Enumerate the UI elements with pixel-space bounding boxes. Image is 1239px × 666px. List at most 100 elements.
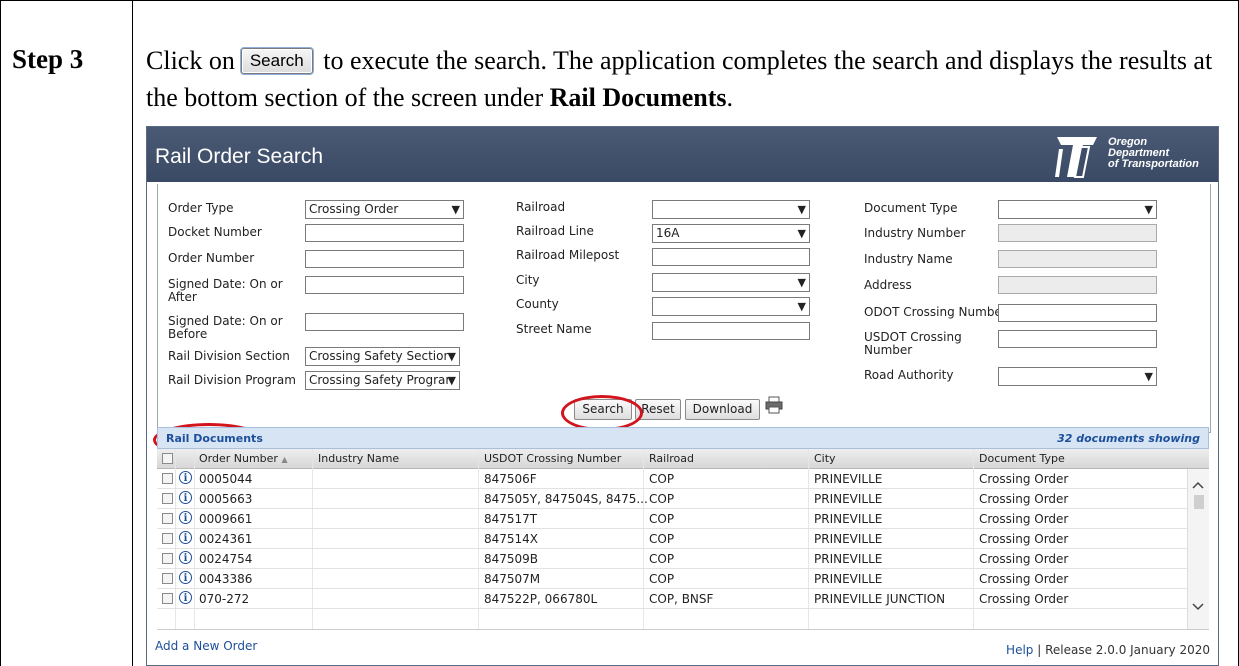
- chevron-down-icon: ▼: [797, 300, 806, 313]
- rail-division-section-value: Crossing Safety Section: [309, 349, 452, 363]
- column-header-document-type[interactable]: Document Type: [979, 452, 1065, 465]
- cell-order-number: 0024754: [199, 552, 253, 566]
- cell-railroad: COP: [649, 572, 675, 586]
- cell-document-type: Crossing Order: [979, 472, 1069, 486]
- table-row[interactable]: i 0009661 847517T COP PRINEVILLE Crossin…: [157, 509, 1209, 529]
- cell-city: PRINEVILLE: [814, 572, 883, 586]
- cell-railroad: COP: [649, 492, 675, 506]
- cell-document-type: Crossing Order: [979, 592, 1069, 606]
- road-authority-select[interactable]: ▼: [998, 367, 1157, 386]
- table-row[interactable]: i 0024754 847509B COP PRINEVILLE Crossin…: [157, 549, 1209, 569]
- add-new-order-link[interactable]: Add a New Order: [155, 639, 257, 653]
- order-number-input[interactable]: [305, 250, 464, 268]
- table-border-top: [0, 0, 1239, 1]
- info-icon[interactable]: i: [179, 531, 192, 544]
- logo-text: Oregon Department of Transportation: [1108, 137, 1199, 170]
- cell-usdot: 847509B: [484, 552, 539, 566]
- document-type-label: Document Type: [864, 201, 958, 215]
- city-label: City: [516, 273, 540, 287]
- table-row[interactable]: i 0043386 847507M COP PRINEVILLE Crossin…: [157, 569, 1209, 589]
- order-type-select[interactable]: Crossing Order ▼: [305, 200, 464, 219]
- table-divider: [132, 0, 133, 666]
- row-checkbox[interactable]: [162, 513, 173, 524]
- cell-usdot: 847506F: [484, 472, 537, 486]
- instruction-bold: Rail Documents: [549, 83, 727, 112]
- column-header-usdot[interactable]: USDOT Crossing Number: [484, 452, 621, 465]
- inline-search-button: Search: [239, 47, 314, 75]
- results-table-body: i 0005044 847506F COP PRINEVILLE Crossin…: [157, 469, 1209, 630]
- scroll-up-icon[interactable]: [1192, 481, 1204, 489]
- railroad-line-label: Railroad Line: [516, 224, 594, 238]
- rail-division-section-select[interactable]: Crossing Safety Section ▼: [305, 347, 460, 366]
- row-checkbox[interactable]: [162, 573, 173, 584]
- cell-order-number: 0043386: [199, 572, 253, 586]
- column-header-order-number[interactable]: Order Number ▲: [199, 452, 288, 465]
- odot-crossing-label: ODOT Crossing Number: [864, 305, 1007, 319]
- street-name-input[interactable]: [652, 322, 810, 340]
- results-scrollbar[interactable]: [1187, 469, 1209, 629]
- signed-after-input[interactable]: [305, 276, 464, 294]
- info-icon[interactable]: i: [179, 571, 192, 584]
- document-type-select[interactable]: ▼: [998, 200, 1157, 219]
- table-row[interactable]: i 0024361 847514X COP PRINEVILLE Crossin…: [157, 529, 1209, 549]
- railroad-line-select[interactable]: 16A ▼: [652, 224, 810, 243]
- cell-usdot: 847505Y, 847504S, 8475...: [484, 492, 648, 506]
- scrollbar-thumb[interactable]: [1194, 495, 1204, 509]
- row-checkbox[interactable]: [162, 593, 173, 604]
- cell-railroad: COP: [649, 552, 675, 566]
- industry-number-label: Industry Number: [864, 226, 966, 240]
- cell-document-type: Crossing Order: [979, 532, 1069, 546]
- cell-usdot: 847514X: [484, 532, 539, 546]
- table-row[interactable]: i 0005663 847505Y, 847504S, 8475... COP …: [157, 489, 1209, 509]
- table-row[interactable]: i 0005044 847506F COP PRINEVILLE Crossin…: [157, 469, 1209, 489]
- column-header-city[interactable]: City: [814, 452, 836, 465]
- info-icon[interactable]: i: [179, 491, 192, 504]
- cell-order-number: 070-272: [199, 592, 250, 606]
- railroad-line-value: 16A: [656, 226, 680, 240]
- railroad-milepost-input[interactable]: [652, 248, 810, 266]
- download-button[interactable]: Download: [685, 399, 760, 420]
- chevron-down-icon: ▼: [1144, 370, 1153, 383]
- column-header-railroad[interactable]: Railroad: [649, 452, 694, 465]
- rail-division-program-select[interactable]: Crossing Safety Program ▼: [305, 371, 460, 390]
- county-label: County: [516, 297, 559, 311]
- cell-document-type: Crossing Order: [979, 492, 1069, 506]
- railroad-select[interactable]: ▼: [652, 200, 810, 219]
- column-header-industry-name[interactable]: Industry Name: [318, 452, 399, 465]
- address-input[interactable]: [998, 276, 1157, 294]
- app-header: Rail Order Search Oregon Department of T…: [147, 127, 1218, 182]
- industry-name-input[interactable]: [998, 250, 1157, 268]
- printer-icon[interactable]: [765, 396, 783, 414]
- row-checkbox[interactable]: [162, 553, 173, 564]
- info-icon[interactable]: i: [179, 591, 192, 604]
- chevron-down-icon: ▼: [797, 276, 806, 289]
- table-row[interactable]: i 070-272 847522P, 066780L COP, BNSF PRI…: [157, 589, 1209, 609]
- row-checkbox[interactable]: [162, 533, 173, 544]
- help-link[interactable]: Help: [1006, 643, 1033, 657]
- signed-before-input[interactable]: [305, 313, 464, 331]
- info-icon[interactable]: i: [179, 551, 192, 564]
- railroad-milepost-label: Railroad Milepost: [516, 248, 620, 262]
- instruction-end: .: [726, 83, 734, 112]
- street-name-label: Street Name: [516, 322, 592, 336]
- docket-number-input[interactable]: [305, 224, 464, 242]
- industry-number-input[interactable]: [998, 224, 1157, 242]
- city-select[interactable]: ▼: [652, 273, 810, 292]
- scroll-down-icon[interactable]: [1192, 603, 1204, 611]
- info-icon[interactable]: i: [179, 511, 192, 524]
- road-authority-label: Road Authority: [864, 368, 954, 382]
- chevron-down-icon: ▼: [1144, 203, 1153, 216]
- cell-usdot: 847522P, 066780L: [484, 592, 598, 606]
- row-checkbox[interactable]: [162, 493, 173, 504]
- odot-crossing-input[interactable]: [998, 304, 1157, 322]
- search-form: Order Type Crossing Order ▼ Docket Number…: [157, 184, 1211, 433]
- chevron-down-icon: ▼: [447, 348, 456, 365]
- county-select[interactable]: ▼: [652, 297, 810, 316]
- row-checkbox[interactable]: [162, 473, 173, 484]
- usdot-crossing-input[interactable]: [998, 330, 1157, 348]
- info-icon[interactable]: i: [179, 471, 192, 484]
- order-type-value: Crossing Order: [309, 202, 399, 216]
- search-highlight-circle: [561, 395, 643, 431]
- release-text: | Release 2.0.0 January 2020: [1037, 643, 1210, 657]
- select-all-checkbox[interactable]: [162, 453, 173, 464]
